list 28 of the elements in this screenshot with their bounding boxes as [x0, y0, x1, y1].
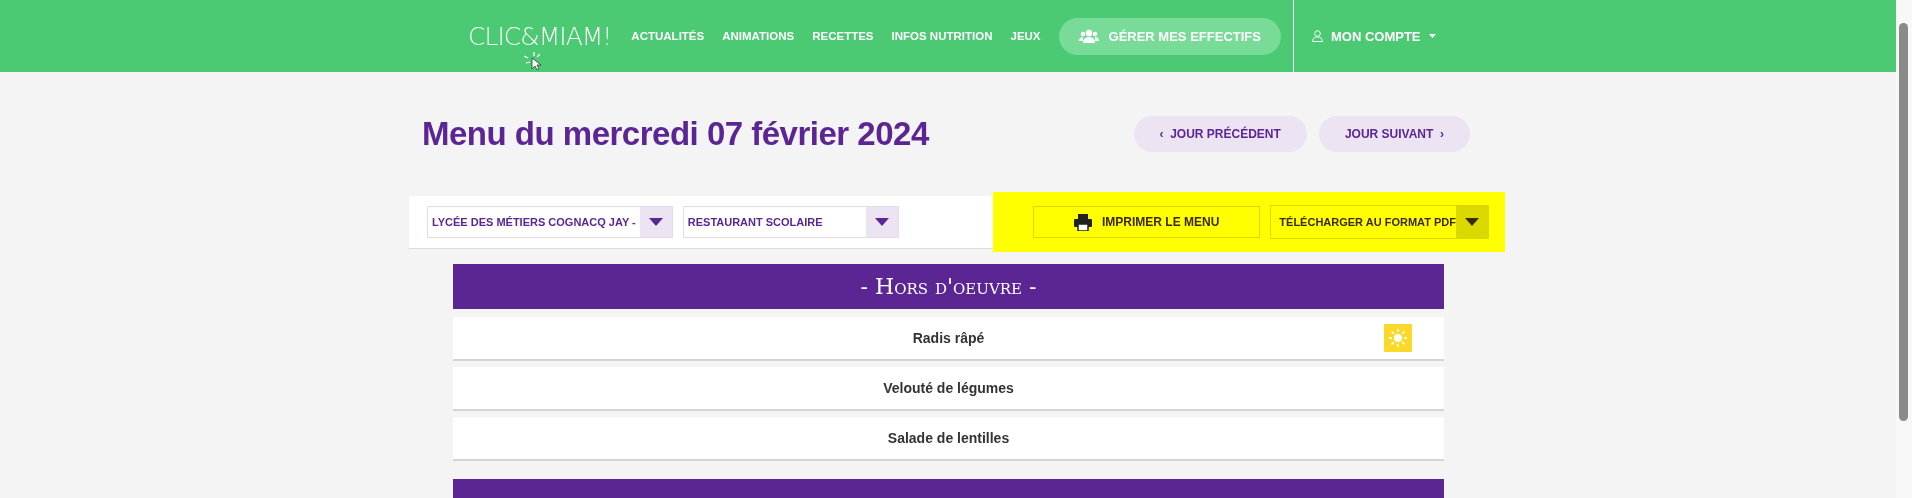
nav-link[interactable]: RECETTES	[812, 30, 874, 42]
people-icon	[1078, 29, 1099, 43]
print-button[interactable]: IMPRIMER LE MENU	[1033, 206, 1261, 238]
caret-icon	[648, 218, 663, 226]
dish-name: Velouté de légumes	[883, 380, 1014, 396]
section-header: - Hors d'oeuvre -	[453, 264, 1444, 309]
printer-icon	[1074, 213, 1092, 231]
scrollbar[interactable]	[1896, 0, 1912, 498]
dish-name: Salade de lentilles	[887, 430, 1010, 446]
logo[interactable]: CLIC&MIAM!	[468, 21, 612, 51]
filter-dropdown[interactable]: RESTAURANT SCOLAIRE	[682, 206, 899, 238]
day-nav-button[interactable]: JOUR SUIVANT ›	[1318, 116, 1470, 152]
dish-name: Radis râpé	[912, 330, 985, 346]
page-title: Menu du mercredi 07 février 2024	[422, 115, 929, 153]
user-icon	[1311, 30, 1323, 42]
account-menu[interactable]: MON COMPTE	[1330, 28, 1421, 44]
nav-link[interactable]: ANIMATIONS	[722, 30, 795, 42]
nav-link[interactable]: JEUX	[1010, 30, 1041, 42]
nav-link[interactable]: INFOS NUTRITION	[891, 30, 993, 42]
download-dropdown[interactable]: TÉLÉCHARGER AU FORMAT PDF	[1270, 205, 1489, 239]
caret-icon	[874, 218, 889, 226]
caret-icon	[1464, 218, 1479, 226]
nav-link[interactable]: ACTUALITÉS	[631, 30, 705, 42]
filter-dropdown[interactable]: LYCÉE DES MÉTIERS COGNACQ JAY -	[427, 206, 673, 238]
caret-icon	[1428, 34, 1436, 38]
day-nav-button[interactable]: ‹ JOUR PRÉCÉDENT	[1133, 116, 1307, 152]
sun-icon	[1384, 324, 1412, 352]
manage-staff-button[interactable]: GÉRER MES EFFECTIFS	[1058, 17, 1281, 55]
